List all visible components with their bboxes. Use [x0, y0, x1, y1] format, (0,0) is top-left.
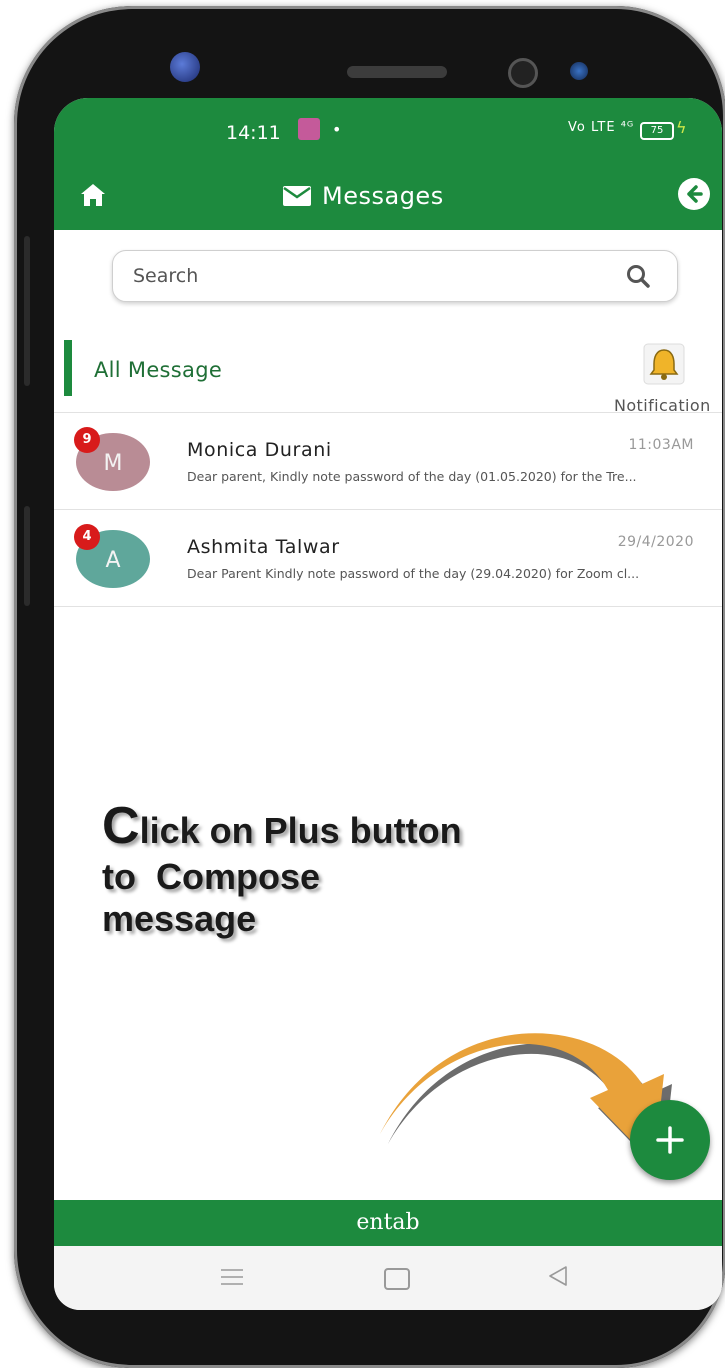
instruction-cap: C	[102, 797, 140, 855]
nav-home-icon[interactable]	[384, 1268, 410, 1290]
nav-menu-icon[interactable]	[220, 1268, 244, 1286]
status-bar: 14:11 • Vo LTE ⁴ᴳ 75 ϟ	[54, 98, 722, 164]
volume-button	[24, 236, 30, 386]
message-time: 29/4/2020	[617, 534, 694, 550]
home-icon[interactable]	[78, 180, 108, 210]
sender-name: Monica Durani	[187, 439, 332, 461]
instruction-line-2: to Compose	[102, 856, 321, 897]
instruction-line-1: lick on Plus button	[139, 810, 462, 851]
app-notification-icon	[298, 118, 320, 140]
unread-count-badge: 4	[74, 524, 100, 550]
message-time: 11:03AM	[628, 437, 694, 453]
earpiece-speaker	[347, 66, 447, 78]
message-list: M 9 Monica Durani 11:03AM Dear parent, Kindl…	[54, 412, 722, 607]
section-title: All Message	[94, 358, 223, 382]
status-time: 14:11	[226, 122, 281, 144]
compose-button[interactable]	[630, 1100, 710, 1180]
plus-icon	[656, 1126, 684, 1154]
message-preview: Dear parent, Kindly note password of the…	[187, 469, 637, 484]
search-input[interactable]	[131, 259, 605, 293]
envelope-icon	[283, 186, 311, 206]
sensor	[508, 58, 538, 88]
message-preview: Dear Parent Kindly note password of the …	[187, 566, 640, 581]
search-box[interactable]	[112, 250, 678, 302]
section-indicator	[64, 340, 72, 396]
app-header: Messages	[54, 164, 722, 230]
system-nav-bar	[54, 1246, 722, 1310]
back-arrow-icon[interactable]	[678, 178, 710, 210]
search-icon[interactable]	[625, 263, 651, 289]
front-camera	[170, 52, 200, 82]
phone-frame: 14:11 • Vo LTE ⁴ᴳ 75 ϟ Messages Search A…	[14, 6, 725, 1368]
charging-icon: ϟ	[676, 118, 687, 137]
unread-count-badge: 9	[74, 427, 100, 453]
app-screen: 14:11 • Vo LTE ⁴ᴳ 75 ϟ Messages Search A…	[54, 98, 722, 1310]
nav-back-icon[interactable]	[546, 1264, 570, 1288]
battery-icon: 75	[640, 122, 674, 140]
bell-icon[interactable]	[642, 342, 686, 386]
status-dot: •	[332, 120, 342, 139]
power-button	[24, 506, 30, 606]
sender-name: Ashmita Talwar	[187, 536, 340, 558]
page-title: Messages	[322, 182, 444, 210]
network-signal: Vo LTE ⁴ᴳ	[568, 120, 635, 135]
message-row[interactable]: M 9 Monica Durani 11:03AM Dear parent, Kindl…	[54, 412, 722, 510]
instruction-text: Click on Plus button to Compose message	[102, 796, 462, 940]
iris-sensor	[570, 62, 588, 80]
instruction-line-3: message	[102, 898, 257, 939]
page-title-group: Messages	[282, 178, 444, 214]
message-row[interactable]: A 4 Ashmita Talwar 29/4/2020 Dear Parent Kin…	[54, 510, 722, 607]
brand-footer: entab	[54, 1200, 722, 1246]
